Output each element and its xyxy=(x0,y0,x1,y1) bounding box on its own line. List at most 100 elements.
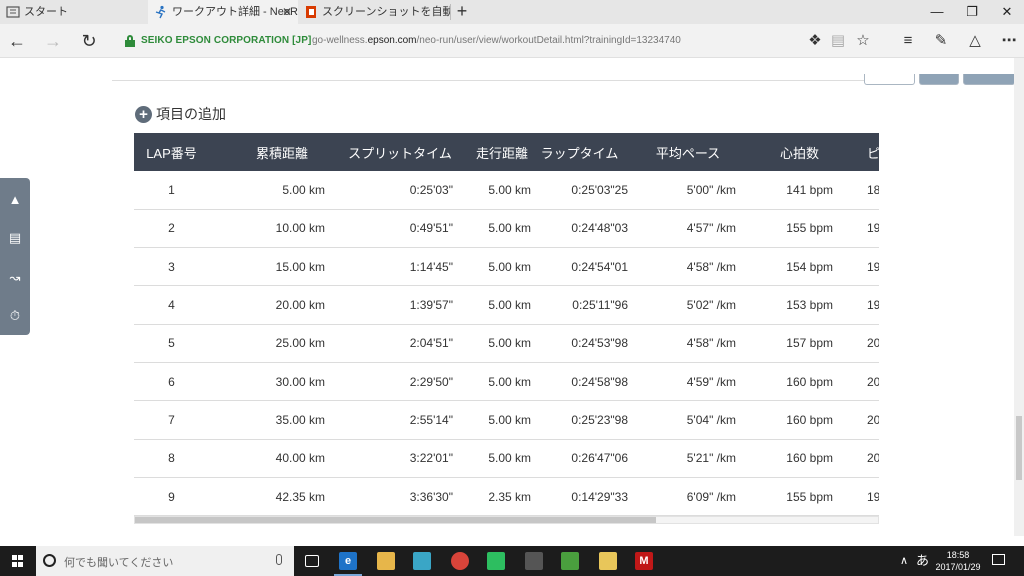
table-cell: 3:22'01" xyxy=(409,451,453,466)
stopwatch-icon[interactable]: ⏱ xyxy=(0,296,30,336)
column-header[interactable]: ピッ xyxy=(833,133,879,171)
table-cell: 6 xyxy=(168,374,175,389)
chrome-app-icon[interactable] xyxy=(442,546,478,576)
web-note-icon[interactable]: ✎ xyxy=(929,29,953,53)
plus-circle-icon: + xyxy=(135,105,152,123)
start-page-icon xyxy=(6,6,20,18)
vertical-scrollbar[interactable] xyxy=(1014,58,1024,536)
table-row: 2 10.00 km 0:49'51" 5.00 km 0:24'48"03 4'57" … xyxy=(134,209,879,248)
back-button[interactable]: ← xyxy=(4,28,30,54)
tab-label: スクリーンショットを自動的に Or xyxy=(322,6,450,18)
chart-icon[interactable]: ↝ xyxy=(0,258,30,298)
windows-logo-icon xyxy=(12,555,24,567)
system-clock[interactable]: 18:58 2017/01/29 xyxy=(934,549,982,573)
table-cell: 5'21" /km xyxy=(686,451,736,466)
table-cell: 19 xyxy=(867,221,879,236)
share-icon[interactable]: △ xyxy=(963,29,987,53)
scrollbar-thumb[interactable] xyxy=(1016,416,1022,480)
add-item-button[interactable]: + 項目の追加 xyxy=(135,105,226,123)
table-cell: 19 xyxy=(867,259,879,274)
table-cell: 35.00 km xyxy=(275,412,325,427)
column-header[interactable]: 平均ペース xyxy=(628,133,736,171)
tab-office-article[interactable]: スクリーンショットを自動的に Or xyxy=(298,0,450,24)
close-window-button[interactable]: ✕ xyxy=(990,0,1024,24)
table-cell: 20 xyxy=(867,451,879,466)
column-header[interactable]: ラップタイム xyxy=(531,133,628,171)
restore-button[interactable]: ❐ xyxy=(955,0,989,24)
microphone-icon[interactable] xyxy=(276,554,282,565)
table-cell: 0:14'29"33 xyxy=(571,489,628,504)
scroll-top-icon[interactable]: ▲ xyxy=(0,180,30,220)
address-field[interactable]: go-wellness.epson.com/neo-run/user/view/… xyxy=(312,35,681,46)
clock-date: 2017/01/29 xyxy=(935,562,981,572)
top-button-1[interactable] xyxy=(864,74,915,85)
evernote-app-icon[interactable] xyxy=(478,546,514,576)
page-content: + 項目の追加 LAP番号 累積距離 スプリットタイム 走行距離 ラップタイム … xyxy=(0,58,1014,536)
table-cell: 2 xyxy=(168,221,175,236)
close-tab-icon[interactable]: ✕ xyxy=(282,0,292,24)
column-header[interactable]: 心拍数 xyxy=(736,133,833,171)
extension-icon[interactable]: ❖ xyxy=(803,29,827,53)
edge-app-icon[interactable]: e xyxy=(330,546,366,576)
start-button[interactable] xyxy=(0,546,36,576)
certificate-label[interactable]: SEIKO EPSON CORPORATION [JP] xyxy=(141,35,311,46)
scrollbar-thumb[interactable] xyxy=(135,517,656,523)
calculator-app-icon[interactable] xyxy=(516,546,552,576)
cortana-search-box[interactable]: 何でも聞いてください xyxy=(36,546,294,576)
reading-view-icon[interactable]: ▤ xyxy=(826,29,850,53)
tab-start[interactable]: スタート xyxy=(0,0,148,24)
photos-app-icon[interactable] xyxy=(590,546,626,576)
table-cell: 5'04" /km xyxy=(686,412,736,427)
table-cell: 9 xyxy=(168,489,175,504)
mail-app-icon[interactable] xyxy=(404,546,440,576)
column-header[interactable]: 走行距離 xyxy=(453,133,531,171)
table-cell: 20.00 km xyxy=(275,298,325,313)
hub-icon[interactable]: ≡ xyxy=(896,29,920,53)
table-cell: 42.35 km xyxy=(275,489,325,504)
lap-table-container: LAP番号 累積距離 スプリットタイム 走行距離 ラップタイム 平均ペース 心拍… xyxy=(134,133,879,516)
office-favicon-icon xyxy=(306,6,316,18)
document-icon[interactable]: ▤ xyxy=(0,218,30,258)
action-center-icon[interactable] xyxy=(992,554,1005,565)
top-button-2[interactable] xyxy=(919,74,959,85)
cortana-circle-icon xyxy=(43,554,56,567)
table-cell: 0:25'03"25 xyxy=(571,182,628,197)
new-tab-button[interactable]: + xyxy=(452,0,472,24)
table-cell: 1 xyxy=(168,182,175,197)
forward-button[interactable]: → xyxy=(40,28,66,54)
refresh-button[interactable]: ↻ xyxy=(76,28,102,54)
column-header[interactable]: LAP番号 xyxy=(134,133,209,171)
page-bottom-gap xyxy=(0,536,1024,546)
task-view-button[interactable] xyxy=(294,546,330,576)
table-cell: 5 xyxy=(168,336,175,351)
table-cell: 5.00 km xyxy=(488,412,531,427)
table-cell: 0:24'54"01 xyxy=(571,259,628,274)
minimize-button[interactable]: — xyxy=(920,0,954,24)
file-explorer-icon[interactable] xyxy=(368,546,404,576)
column-header[interactable]: 累積距離 xyxy=(209,133,325,171)
table-cell: 25.00 km xyxy=(275,336,325,351)
mcafee-app-icon[interactable]: M xyxy=(626,546,662,576)
side-tool-panel: ▲ ▤ ↝ ⏱ xyxy=(0,178,30,335)
table-cell: 155 bpm xyxy=(786,221,833,236)
tray-chevron-icon[interactable]: ∧ xyxy=(900,546,908,576)
favorite-star-icon[interactable]: ☆ xyxy=(851,29,875,53)
table-cell: 141 bpm xyxy=(786,182,833,197)
runner-favicon-icon xyxy=(155,5,166,19)
table-row: 5 25.00 km 2:04'51" 5.00 km 0:24'53"98 4'58" … xyxy=(134,324,879,363)
column-header[interactable]: スプリットタイム xyxy=(325,133,453,171)
top-button-3[interactable] xyxy=(963,74,1014,85)
table-cell: 20 xyxy=(867,336,879,351)
table-cell: 2.35 km xyxy=(488,489,531,504)
search-placeholder: 何でも聞いてください xyxy=(64,557,174,569)
ime-indicator[interactable]: あ xyxy=(916,546,929,576)
tab-workout-detail[interactable]: ワークアウト詳細 - NeoRu ✕ xyxy=(148,0,298,24)
horizontal-scrollbar[interactable] xyxy=(134,516,879,524)
lock-icon xyxy=(125,35,135,47)
table-cell: 160 bpm xyxy=(786,451,833,466)
evernote-secondary-icon[interactable] xyxy=(552,546,588,576)
table-cell: 157 bpm xyxy=(786,336,833,351)
table-cell: 4'57" /km xyxy=(686,221,736,236)
more-menu-icon[interactable]: ⋯ xyxy=(997,29,1021,53)
table-cell: 5.00 km xyxy=(488,182,531,197)
